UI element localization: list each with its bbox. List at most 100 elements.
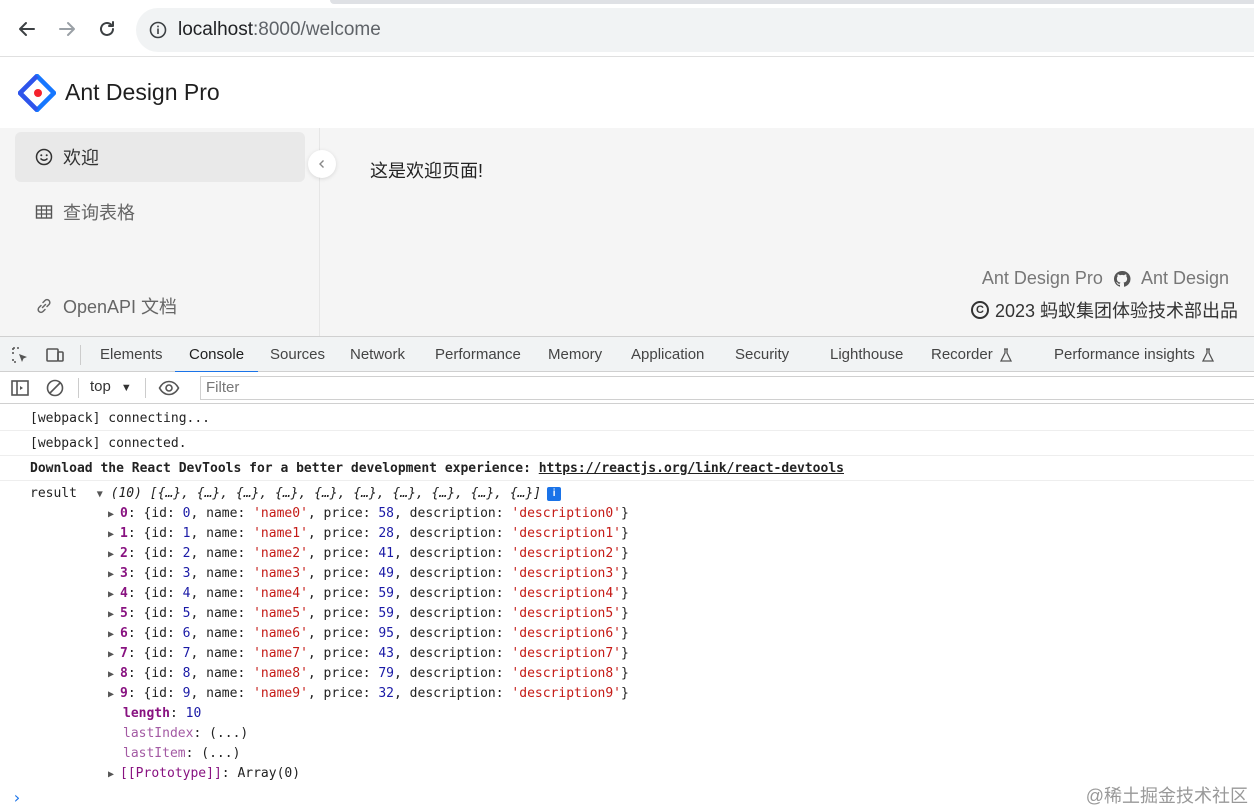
forward-icon[interactable]	[52, 14, 82, 44]
result-item-row[interactable]: ▶ 0: {id: 0, name: 'name0', price: 58, de…	[108, 504, 629, 524]
collapse-sidebar-button[interactable]	[308, 150, 336, 178]
clear-console-icon[interactable]	[45, 378, 65, 398]
collapsed-triangle-icon[interactable]: ▶	[108, 529, 114, 540]
filter-input[interactable]: Filter	[200, 376, 1254, 400]
footer-link-ant-design-pro[interactable]: Ant Design Pro	[982, 268, 1103, 289]
item-price: 41	[378, 546, 395, 561]
copyright: C 2023 蚂蚁集团体验技术部出品	[970, 297, 1238, 323]
ant-design-logo[interactable]	[18, 74, 56, 112]
address-bar[interactable]: localhost:8000/welcome	[136, 8, 1254, 52]
url-text: localhost:8000/welcome	[178, 19, 381, 41]
length-value: 10	[185, 706, 202, 721]
collapsed-triangle-icon[interactable]: ▶	[108, 669, 114, 680]
sidebar-item-table[interactable]: 查询表格	[15, 187, 305, 237]
collapsed-triangle-icon[interactable]: ▶	[108, 509, 114, 520]
eye-icon[interactable]	[158, 378, 180, 398]
chevron-left-icon	[319, 160, 324, 168]
tab-elements[interactable]: Elements	[100, 337, 163, 372]
tab-console[interactable]: Console	[174, 337, 259, 373]
item-name: 'name4'	[253, 586, 308, 601]
prototype-row[interactable]: ▶ [[Prototype]]: Array(0)	[108, 764, 300, 784]
info-icon[interactable]: i	[547, 486, 562, 501]
tab-performance[interactable]: Performance	[435, 337, 521, 372]
log-line: [webpack] connecting...	[0, 406, 1254, 431]
github-icon[interactable]	[1113, 270, 1131, 288]
collapsed-triangle-icon[interactable]: ▶	[108, 549, 114, 560]
item-description: 'description7'	[511, 646, 621, 661]
result-item-row[interactable]: ▶ 9: {id: 9, name: 'name9', price: 32, de…	[108, 684, 629, 704]
result-item-row[interactable]: ▶ 1: {id: 1, name: 'name1', price: 28, de…	[108, 524, 629, 544]
item-description: 'description9'	[511, 686, 621, 701]
result-item-row[interactable]: ▶ 7: {id: 7, name: 'name7', price: 43, de…	[108, 644, 629, 664]
item-price: 95	[378, 626, 395, 641]
item-price: 49	[378, 566, 395, 581]
sidebar-toggle-icon[interactable]	[10, 378, 30, 398]
footer-link-ant-design[interactable]: Ant Design	[1141, 268, 1229, 289]
result-item-row[interactable]: ▶ 8: {id: 8, name: 'name8', price: 79, de…	[108, 664, 629, 684]
sidebar-item-openapi[interactable]: OpenAPI 文档	[15, 281, 305, 331]
collapsed-triangle-icon[interactable]: ▶	[108, 689, 114, 700]
inspect-element-icon[interactable]	[10, 345, 30, 365]
item-price: 32	[378, 686, 395, 701]
item-price: 59	[378, 606, 395, 621]
item-price: 58	[378, 506, 395, 521]
tab-network[interactable]: Network	[350, 337, 405, 372]
collapsed-triangle-icon[interactable]: ▶	[108, 569, 114, 580]
app-title[interactable]: Ant Design Pro	[65, 79, 220, 106]
tab-memory[interactable]: Memory	[548, 337, 602, 372]
item-index: 6	[120, 626, 128, 641]
item-id: 7	[182, 646, 191, 661]
devtools-tabbar: Elements Console Sources Network Perform…	[0, 336, 1254, 373]
context-select-value: top	[90, 378, 111, 395]
item-index: 3	[120, 566, 128, 581]
result-item-row[interactable]: ▶ 6: {id: 6, name: 'name6', price: 95, de…	[108, 624, 629, 644]
watermark: @稀土掘金技术社区	[1085, 786, 1248, 806]
collapsed-triangle-icon[interactable]: ▶	[108, 769, 114, 780]
item-name: 'name8'	[253, 666, 308, 681]
last-index-key: lastIndex	[123, 726, 194, 741]
result-item-row[interactable]: ▶ 5: {id: 5, name: 'name5', price: 59, de…	[108, 604, 629, 624]
tab-sources[interactable]: Sources	[270, 337, 325, 372]
back-icon[interactable]	[12, 14, 42, 44]
result-item-row[interactable]: ▶ 3: {id: 3, name: 'name3', price: 49, de…	[108, 564, 629, 584]
console-prompt-icon[interactable]: ›	[12, 788, 22, 807]
sidebar-item-welcome[interactable]: 欢迎	[15, 132, 305, 182]
item-name: 'name1'	[253, 526, 308, 541]
log-text: Download the React DevTools for a better…	[30, 461, 539, 476]
result-item-row[interactable]: ▶ 2: {id: 2, name: 'name2', price: 41, de…	[108, 544, 629, 564]
expanded-triangle-icon[interactable]: ▼	[97, 485, 103, 505]
sidebar-item-label: 欢迎	[63, 148, 99, 168]
prototype-key: [[Prototype]]	[120, 766, 222, 781]
tab-lighthouse[interactable]: Lighthouse	[830, 337, 903, 372]
item-price: 43	[378, 646, 395, 661]
prototype-value: Array(0)	[237, 766, 301, 781]
collapsed-triangle-icon[interactable]: ▶	[108, 589, 114, 600]
result-item-row[interactable]: ▶ 4: {id: 4, name: 'name4', price: 59, de…	[108, 584, 629, 604]
collapsed-triangle-icon[interactable]: ▶	[108, 649, 114, 660]
device-toolbar-icon[interactable]	[45, 345, 65, 365]
collapsed-triangle-icon[interactable]: ▶	[108, 609, 114, 620]
last-index-row[interactable]: lastIndex: (...)	[123, 724, 248, 744]
collapsed-triangle-icon[interactable]: ▶	[108, 629, 114, 640]
toolbar-divider	[78, 378, 79, 398]
tab-performance-insights[interactable]: Performance insights	[1054, 337, 1215, 372]
item-id: 2	[182, 546, 191, 561]
site-info-icon[interactable]	[148, 20, 168, 40]
item-price: 28	[378, 526, 395, 541]
result-log-header[interactable]: result ▼ (10) [{…}, {…}, {…}, {…}, {…}, …	[30, 484, 562, 505]
item-name: 'name7'	[253, 646, 308, 661]
copyright-text: 2023 蚂蚁集团体验技术部出品	[994, 301, 1238, 321]
experiment-flask-icon	[999, 348, 1012, 362]
item-description: 'description0'	[511, 506, 621, 521]
app-header: Ant Design Pro	[0, 57, 1254, 128]
tab-security[interactable]: Security	[735, 337, 789, 372]
sidebar-item-label: 查询表格	[63, 203, 135, 223]
tab-recorder[interactable]: Recorder	[931, 337, 1013, 372]
tab-application[interactable]: Application	[631, 337, 704, 372]
item-description: 'description3'	[511, 566, 621, 581]
item-description: 'description6'	[511, 626, 621, 641]
last-item-row[interactable]: lastItem: (...)	[123, 744, 240, 764]
reload-icon[interactable]	[92, 14, 122, 44]
react-devtools-link[interactable]: https://reactjs.org/link/react-devtools	[539, 461, 844, 476]
context-select[interactable]: top ▼	[90, 378, 132, 395]
